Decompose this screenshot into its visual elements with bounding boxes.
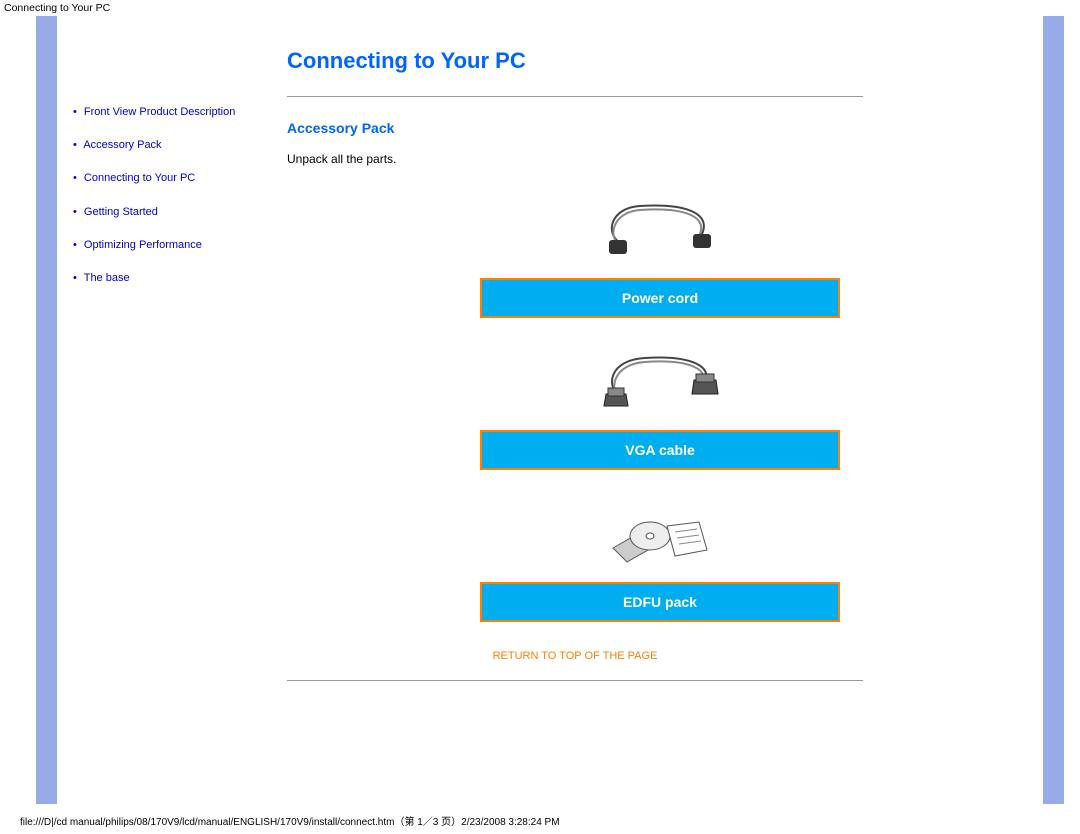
sidebar-link[interactable]: Optimizing Performance [84,239,202,251]
vga-cable-illustration [480,340,840,430]
bullet-icon: • [73,139,77,151]
return-to-top[interactable]: RETURN TO TOP OF THE PAGE [287,650,863,662]
return-to-top-link[interactable]: RETURN TO TOP OF THE PAGE [493,650,658,662]
sidebar-item-the-base[interactable]: • The base [73,272,279,285]
sidebar-link[interactable]: Getting Started [84,206,158,218]
edfu-pack-illustration [480,492,840,582]
sidebar-item-accessory-pack[interactable]: • Accessory Pack [73,139,279,152]
page-header-title: Connecting to Your PC [0,0,1080,16]
section-title-accessory-pack: Accessory Pack [287,120,1033,136]
divider-bottom [287,680,863,682]
body-text: Unpack all the parts. [287,152,1033,166]
blue-strip-right [1043,16,1064,804]
accessory-label: VGA cable [480,430,840,470]
sidebar-link[interactable]: Front View Product Description [84,106,235,118]
power-cord-illustration [480,188,840,278]
divider [287,96,863,98]
sidebar-item-front-view[interactable]: • Front View Product Description [73,106,279,119]
blue-strip-left [36,16,57,804]
bullet-icon: • [73,206,77,218]
bullet-icon: • [73,272,77,284]
bullet-icon: • [73,106,77,118]
bullet-icon: • [73,239,77,251]
accessory-edfu-pack: EDFU pack [480,492,840,622]
sidebar: • Front View Product Description • Acces… [57,16,287,804]
accessory-label: Power cord [480,278,840,318]
bullet-icon: • [73,172,77,184]
right-margin [1064,16,1080,804]
footer-path: file:///D|/cd manual/philips/08/170V9/lc… [0,811,564,830]
sidebar-item-getting-started[interactable]: • Getting Started [73,206,279,219]
left-margin [0,16,36,804]
accessory-vga-cable: VGA cable [480,340,840,470]
sidebar-item-connecting[interactable]: • Connecting to Your PC [73,172,279,185]
accessory-label: EDFU pack [480,582,840,622]
accessory-power-cord: Power cord [480,188,840,318]
sidebar-link[interactable]: Accessory Pack [83,139,161,151]
main-content: Connecting to Your PC Accessory Pack Unp… [287,16,1043,804]
page-title: Connecting to Your PC [287,48,1033,74]
sidebar-item-optimizing[interactable]: • Optimizing Performance [73,239,279,252]
sidebar-link[interactable]: Connecting to Your PC [84,172,195,184]
sidebar-link[interactable]: The base [84,272,130,284]
